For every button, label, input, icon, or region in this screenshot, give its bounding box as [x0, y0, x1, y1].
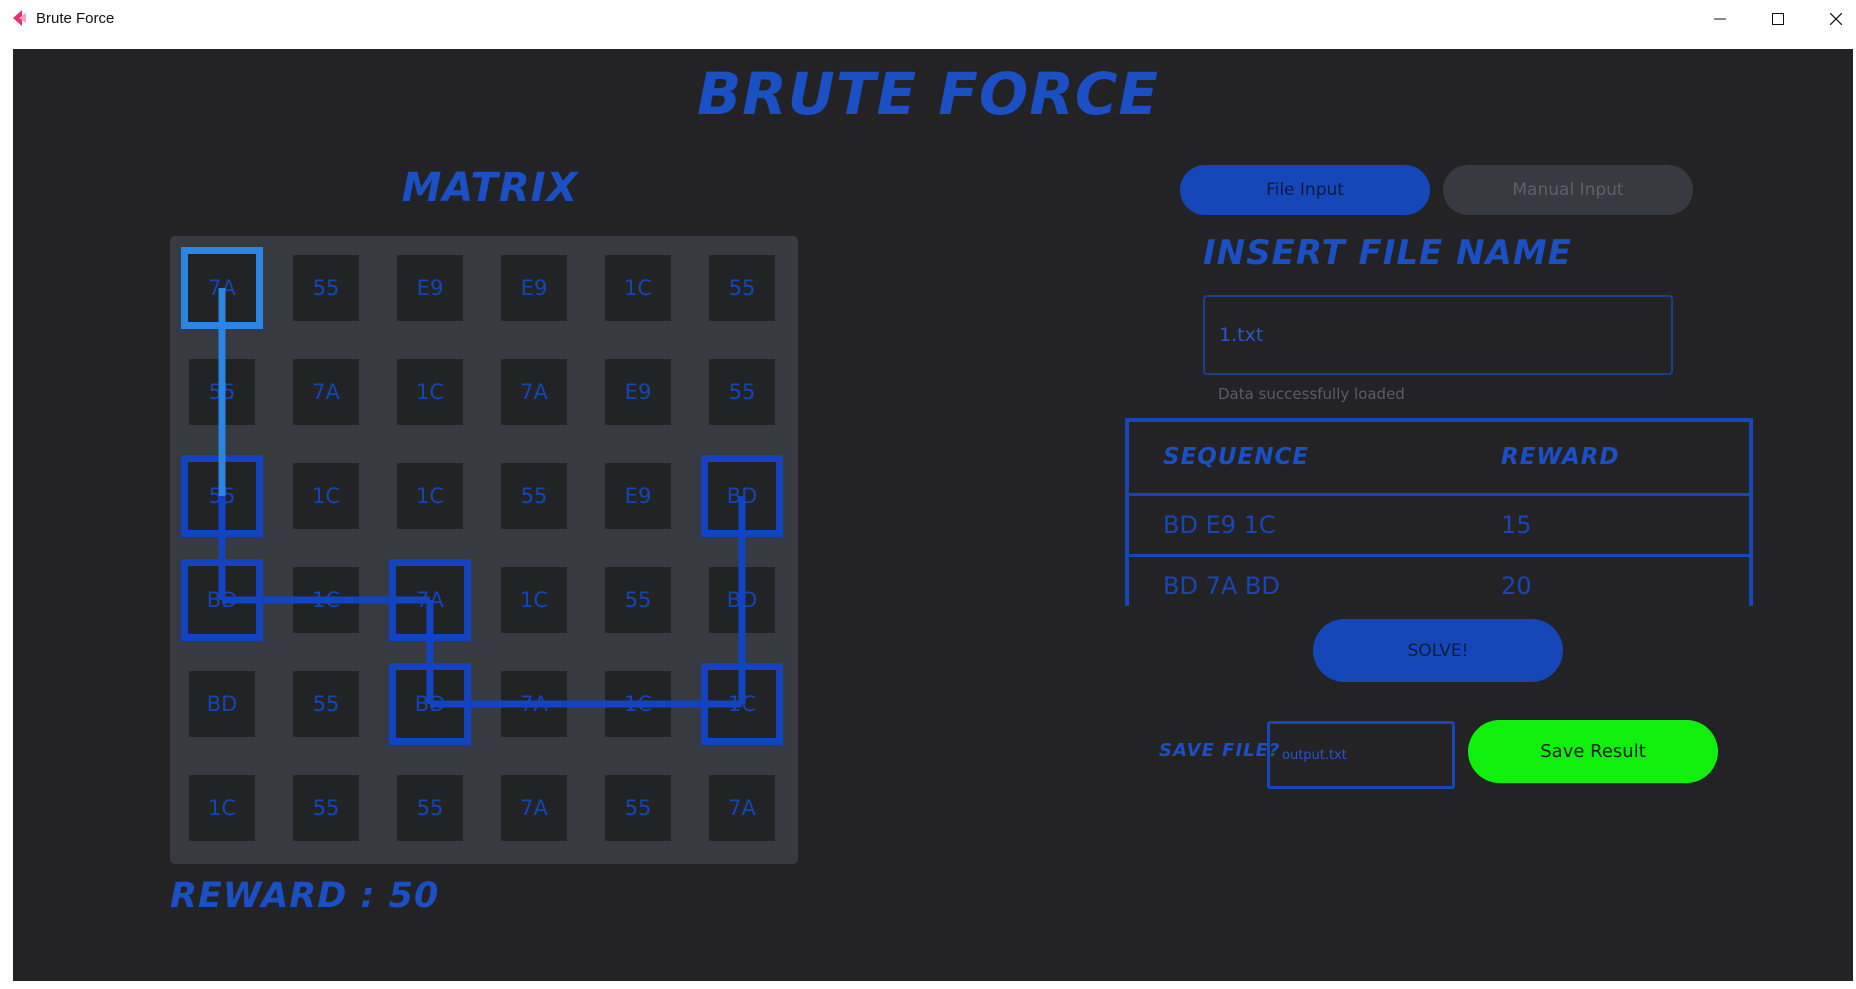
matrix-cell[interactable]: 1C [501, 567, 567, 633]
file-name-input[interactable] [1203, 295, 1673, 375]
matrix-cell[interactable]: 7A [501, 671, 567, 737]
sequence-cell: BD E9 1C [1163, 511, 1276, 539]
matrix-cell[interactable]: E9 [605, 463, 671, 529]
column-header-sequence: SEQUENCE [1163, 444, 1310, 470]
matrix-cell[interactable]: E9 [605, 359, 671, 425]
table-header: SEQUENCE REWARD [1129, 422, 1749, 496]
column-header-reward: REWARD [1501, 444, 1620, 470]
matrix-cell[interactable]: 1C [397, 359, 463, 425]
close-icon [1830, 12, 1842, 25]
maximize-button[interactable] [1749, 0, 1807, 37]
window-titlebar: Brute Force [0, 0, 1856, 37]
app-icon [13, 10, 26, 26]
close-button[interactable] [1807, 0, 1856, 37]
output-file-input[interactable] [1267, 721, 1455, 789]
matrix-cell[interactable]: 7A [501, 359, 567, 425]
matrix-cell[interactable]: E9 [501, 255, 567, 321]
matrix-cell[interactable]: 7A [501, 775, 567, 841]
matrix-cell[interactable]: 55 [605, 567, 671, 633]
status-message: Data successfully loaded [1218, 385, 1405, 403]
matrix-cell[interactable]: 55 [501, 463, 567, 529]
save-file-label: SAVE FILE? [1159, 740, 1281, 761]
matrix-cell[interactable]: BD [701, 455, 783, 537]
matrix-cell[interactable]: 1C [605, 671, 671, 737]
matrix-cell[interactable]: 55 [293, 775, 359, 841]
app-title: BRUTE FORCE [696, 60, 1160, 128]
matrix-cell[interactable]: 7A [293, 359, 359, 425]
matrix-cell[interactable]: 55 [605, 775, 671, 841]
matrix-cell[interactable]: BD [709, 567, 775, 633]
minimize-icon [1714, 18, 1726, 19]
matrix-cell[interactable]: 1C [701, 663, 783, 745]
matrix-cell[interactable]: BD [181, 559, 263, 641]
matrix-cell[interactable]: BD [389, 663, 471, 745]
matrix-cell[interactable]: 7A [389, 559, 471, 641]
sequence-table[interactable]: SEQUENCE REWARD BD E9 1C 15 BD 7A BD 20 [1125, 418, 1753, 606]
path-lines [218, 288, 746, 708]
matrix-cell[interactable]: 1C [293, 567, 359, 633]
tab-file-input[interactable]: File Input [1180, 165, 1430, 215]
matrix-cell[interactable]: 55 [293, 671, 359, 737]
matrix-panel: 7A 55 E9 E9 1C 55 55 7A 1C 7A E9 55 55 1C 1C 55 E9 BD BD 1C… [170, 236, 798, 864]
reward-cell: 15 [1501, 511, 1532, 539]
save-result-button[interactable]: Save Result [1468, 720, 1718, 783]
matrix-cell[interactable]: 55 [189, 359, 255, 425]
matrix-cell[interactable]: 1C [605, 255, 671, 321]
matrix-cell[interactable]: 1C [189, 775, 255, 841]
window-title: Brute Force [36, 10, 115, 27]
matrix-cell[interactable]: 1C [397, 463, 463, 529]
table-row: BD 7A BD 20 [1129, 557, 1749, 606]
maximize-icon [1772, 12, 1784, 25]
matrix-title: MATRIX [401, 165, 579, 211]
matrix-cell[interactable]: 55 [181, 455, 263, 537]
matrix-cell[interactable]: 55 [709, 255, 775, 321]
minimize-button[interactable] [1691, 0, 1749, 37]
matrix-cell[interactable]: 55 [293, 255, 359, 321]
matrix-cell[interactable]: 55 [709, 359, 775, 425]
reward-cell: 20 [1501, 572, 1532, 600]
matrix-cell[interactable]: E9 [397, 255, 463, 321]
insert-file-name-title: INSERT FILE NAME [1203, 233, 1572, 273]
solve-button[interactable]: SOLVE! [1313, 619, 1563, 682]
table-row: BD E9 1C 15 [1129, 496, 1749, 557]
matrix-cell[interactable]: 7A [709, 775, 775, 841]
tab-manual-input[interactable]: Manual Input [1443, 165, 1693, 215]
matrix-cell[interactable]: 1C [293, 463, 359, 529]
matrix-cell[interactable]: 7A [181, 247, 263, 329]
matrix-cell[interactable]: 55 [397, 775, 463, 841]
reward-label: REWARD : 50 [170, 876, 440, 916]
matrix-cell[interactable]: BD [189, 671, 255, 737]
sequence-cell: BD 7A BD [1163, 572, 1280, 600]
